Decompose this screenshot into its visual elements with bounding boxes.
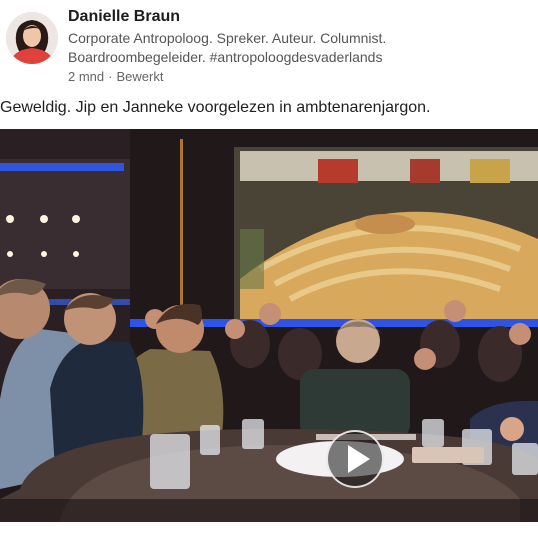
separator-dot: · [108,69,113,84]
video-frame [0,129,538,522]
author-headline-line-2: Boardroombegeleider. #antropoloogdesvade… [68,49,383,65]
play-button[interactable] [326,430,384,488]
edited-label: Bewerkt [116,69,164,84]
author-name[interactable]: Danielle Braun [68,7,528,27]
play-icon [348,445,370,473]
video-player[interactable] [0,129,538,522]
post-meta: Danielle Braun Corporate Antropoloog. Sp… [68,7,528,86]
post-text: Geweldig. Jip en Janneke voorgelezen in … [0,99,431,116]
avatar[interactable] [6,12,58,64]
post-age: 2 mnd [68,69,105,84]
post-timestamp: 2 mnd · Bewerkt [68,68,528,86]
post-footer-strip [0,522,538,538]
author-headline-line-1: Corporate Antropoloog. Spreker. Auteur. … [68,30,387,46]
post-header: Danielle Braun Corporate Antropoloog. Sp… [0,0,538,92]
avatar-image [6,12,58,64]
author-headline: Corporate Antropoloog. Spreker. Auteur. … [68,29,528,67]
